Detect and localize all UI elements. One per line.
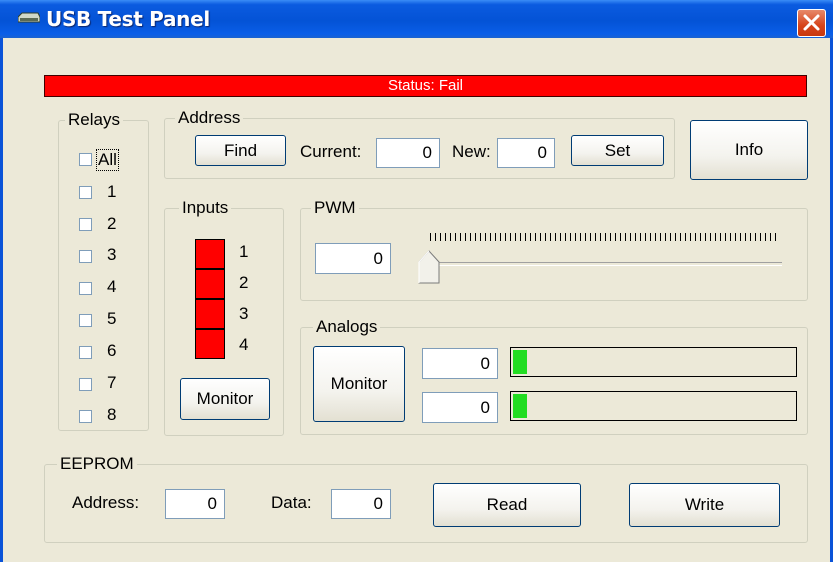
relay-label-1: 1 xyxy=(107,182,117,201)
checkbox[interactable] xyxy=(79,378,92,391)
title-bar[interactable]: USB Test Panel xyxy=(0,0,833,38)
checkbox[interactable] xyxy=(79,153,92,166)
eeprom-data-field[interactable]: 0 xyxy=(331,489,391,519)
address-group-label: Address xyxy=(175,108,244,128)
checkbox[interactable] xyxy=(79,410,92,423)
eeprom-read-button[interactable]: Read xyxy=(433,483,581,527)
checkbox[interactable] xyxy=(79,314,92,327)
relay-label-all: All xyxy=(96,149,119,171)
pwm-group-label: PWM xyxy=(311,198,359,218)
input-led-2 xyxy=(195,269,225,299)
eeprom-address-field[interactable]: 0 xyxy=(165,489,225,519)
new-address-label: New: xyxy=(452,142,491,161)
analog-value-field-1[interactable]: 0 xyxy=(422,348,498,379)
close-button[interactable] xyxy=(797,9,826,37)
relay-label-8: 8 xyxy=(107,405,117,424)
find-button[interactable]: Find xyxy=(195,135,286,166)
window-title: USB Test Panel xyxy=(46,7,210,31)
new-address-field[interactable]: 0 xyxy=(497,138,555,168)
pwm-slider-ticks xyxy=(430,233,776,241)
eeprom-address-label: Address: xyxy=(72,493,140,512)
relay-label-4: 4 xyxy=(107,277,117,296)
input-led-3 xyxy=(195,299,225,329)
relay-label-2: 2 xyxy=(107,214,117,233)
pwm-value-field[interactable]: 0 xyxy=(315,243,391,274)
current-address-label: Current: xyxy=(300,142,362,161)
checkbox[interactable] xyxy=(79,250,92,263)
input-led-1 xyxy=(195,239,225,269)
input-label-1: 1 xyxy=(239,242,249,261)
set-button[interactable]: Set xyxy=(571,135,664,166)
inputs-monitor-button[interactable]: Monitor xyxy=(180,378,270,420)
input-led-4 xyxy=(195,329,225,359)
eeprom-group-label: EEPROM xyxy=(57,454,137,474)
pwm-slider-thumb[interactable] xyxy=(418,250,440,284)
analog-meter-1 xyxy=(510,347,797,377)
current-address-field[interactable]: 0 xyxy=(376,138,440,168)
inputs-group-label: Inputs xyxy=(179,198,232,218)
checkbox[interactable] xyxy=(79,346,92,359)
analog-meter-2 xyxy=(510,391,797,421)
relays-group-label: Relays xyxy=(65,110,123,130)
status-bar: Status: Fail xyxy=(44,75,807,97)
analog-value-field-2[interactable]: 0 xyxy=(422,392,498,423)
info-button[interactable]: Info xyxy=(690,120,808,180)
input-label-2: 2 xyxy=(239,273,249,292)
usb-test-panel-window: USB Test Panel Status: Fail Relays All 1… xyxy=(0,0,833,562)
analogs-monitor-button[interactable]: Monitor xyxy=(313,346,405,422)
relay-label-5: 5 xyxy=(107,309,117,328)
analog-meter-fill-1 xyxy=(513,350,527,374)
checkbox[interactable] xyxy=(79,282,92,295)
analog-meter-fill-2 xyxy=(513,394,527,418)
checkbox[interactable] xyxy=(79,218,92,231)
checkbox[interactable] xyxy=(79,186,92,199)
usb-device-icon xyxy=(18,12,40,23)
input-label-3: 3 xyxy=(239,304,249,323)
pwm-slider-track[interactable] xyxy=(428,262,782,266)
input-label-4: 4 xyxy=(239,335,249,354)
relay-label-7: 7 xyxy=(107,373,117,392)
relay-label-3: 3 xyxy=(107,245,117,264)
analogs-group-label: Analogs xyxy=(313,317,381,337)
eeprom-write-button[interactable]: Write xyxy=(629,483,780,527)
relay-label-6: 6 xyxy=(107,341,117,360)
eeprom-data-label: Data: xyxy=(271,493,312,512)
close-icon xyxy=(803,14,820,31)
